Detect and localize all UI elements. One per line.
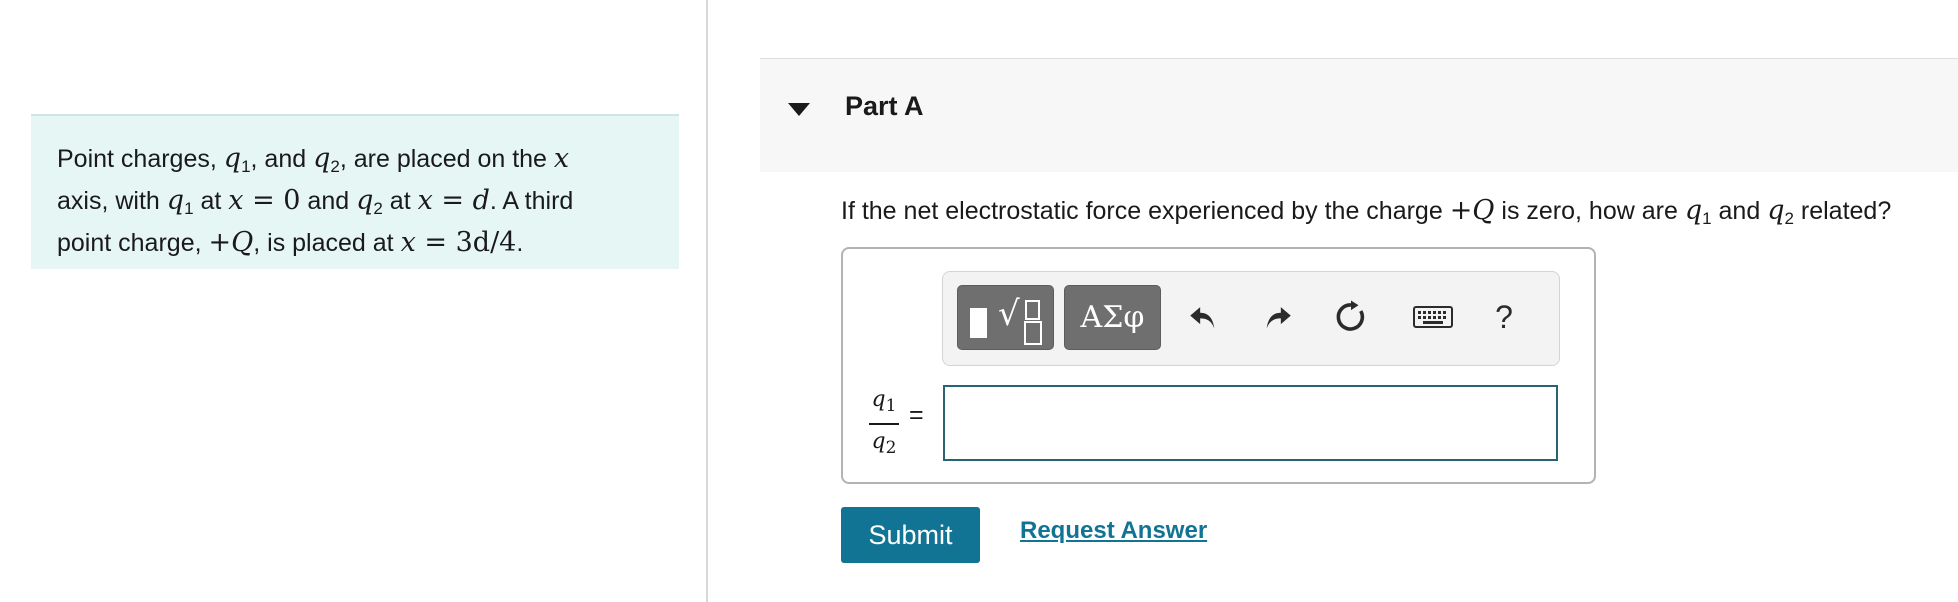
problem-statement: Point charges, q1, and q2, are placed on… (31, 114, 679, 269)
templates-button[interactable]: √ (957, 285, 1054, 350)
column-divider (706, 0, 708, 602)
equals-sign: = (909, 401, 924, 429)
answer-label-fraction: q1 q2 (869, 385, 899, 463)
fraction-bar (869, 423, 899, 425)
help-button[interactable]: ? (1482, 292, 1526, 342)
answer-box: √ ΑΣφ ? q1 q2 = (841, 247, 1596, 484)
reset-icon (1336, 300, 1365, 331)
help-icon: ? (1495, 298, 1513, 335)
problem-line-2: axis, with q1 at x = 0 and q2 at x = d. … (57, 185, 574, 218)
part-title: Part A (845, 91, 924, 121)
keyboard-button[interactable] (1411, 292, 1455, 342)
answer-input[interactable] (943, 385, 1558, 461)
greek-letters-button[interactable]: ΑΣφ (1064, 285, 1161, 350)
submit-button[interactable]: Submit (841, 507, 980, 563)
undo-icon (1190, 307, 1215, 329)
redo-button[interactable] (1256, 292, 1300, 342)
fraction-numerator: q1 (871, 387, 897, 416)
keyboard-icon (1413, 306, 1453, 328)
reset-button[interactable] (1329, 292, 1373, 342)
request-answer-link[interactable]: Request Answer (1020, 517, 1207, 545)
greek-letters-icon: ΑΣφ (1080, 300, 1145, 335)
problem-line-1: Point charges, q1, and q2, are placed on… (57, 143, 570, 176)
part-a-header[interactable]: Part A (760, 58, 1958, 172)
collapse-caret-icon[interactable] (788, 103, 810, 116)
redo-icon (1266, 307, 1291, 329)
problem-line-3: point charge, +Q, is placed at x = 3d/4. (57, 227, 524, 258)
fraction-denominator: q2 (871, 429, 897, 458)
question-text: If the net electrostatic force experienc… (841, 195, 1892, 228)
undo-button[interactable] (1181, 292, 1225, 342)
math-toolbar: √ ΑΣφ ? (942, 271, 1560, 366)
